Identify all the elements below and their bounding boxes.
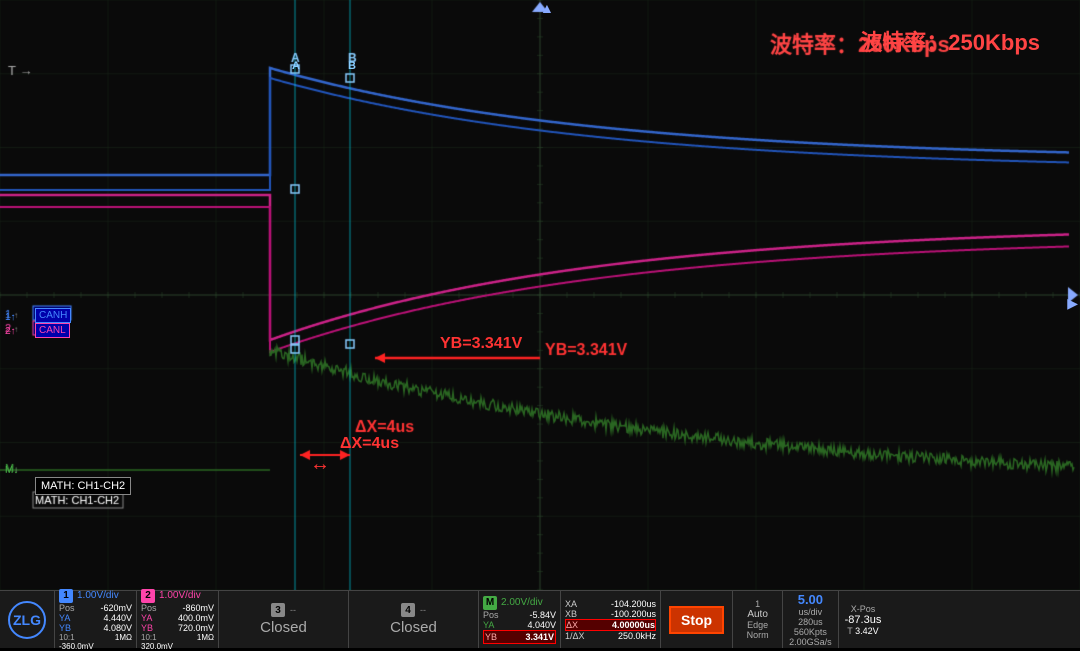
timebase-unit: us/div	[799, 607, 823, 617]
xb-label: XB	[565, 609, 577, 619]
ch4-number: 4	[401, 603, 415, 617]
ch2-yb-label: YB	[141, 623, 153, 633]
ch2-yb-val: 720.0mV	[178, 623, 214, 633]
ch2-div: 1.00V/div	[159, 590, 201, 601]
cursor-a-label: A	[292, 60, 300, 72]
ch1-unit: 1MΩ	[115, 633, 132, 642]
ch3-number: 3	[271, 603, 285, 617]
xpos-label: X-Pos	[851, 604, 876, 614]
ch1-pos-label: Pos	[59, 603, 75, 613]
math-box-label: MATH: CH1-CH2	[35, 477, 131, 495]
stop-button[interactable]: Stop	[669, 606, 724, 634]
ch2-pos-val: -860mV	[182, 603, 214, 613]
ch3-closed: Closed	[260, 619, 307, 636]
timebase-val: 5.00	[798, 592, 823, 607]
xa-val: -104.200us	[611, 599, 656, 609]
stop-section: Stop	[661, 591, 733, 648]
ch1-div: 1.00V/div	[77, 590, 119, 601]
xpos-t-val: 3.42V	[855, 626, 879, 636]
ch1-indicator: 1↑	[5, 312, 16, 323]
ch1-ya-val: 4.440V	[103, 613, 132, 623]
inv-dx-val: 250.0kHz	[618, 631, 656, 641]
xb-val: -100.200us	[611, 609, 656, 619]
measurement-block: XA -104.200us XB -100.200us ΔX 4.00000us 1…	[561, 591, 661, 648]
yb-annotation: YB=3.341V	[440, 335, 522, 353]
math-yb-label: YB	[485, 632, 497, 642]
ch4-closed: Closed	[390, 619, 437, 636]
xpos-t-label: T	[847, 626, 852, 636]
ch2-ya-val: 400.0mV	[178, 613, 214, 623]
oscilloscope-screen: 波特率：250Kbps CANH CANL 1↑ 2↑ M↓ MATH: CH1…	[0, 0, 1080, 590]
timebase-pts: 280us	[798, 617, 823, 627]
math-yb-val: 3.341V	[525, 632, 554, 642]
math-ya-label: YA	[483, 620, 494, 630]
ch2-number: 2	[141, 589, 155, 603]
ch2-extra: 320.0mV	[141, 642, 173, 651]
trigger-mode: Auto	[747, 609, 768, 620]
canh-label: CANH	[35, 308, 71, 323]
ch1-ya-label: YA	[59, 613, 70, 623]
ch1-block: 1 1.00V/div Pos-620mV YA4.440V YB4.080V …	[55, 591, 137, 648]
ch4-block: 4 -- Closed	[349, 591, 479, 648]
ax-label: ΔX	[566, 620, 578, 630]
svg-text:ZLG: ZLG	[13, 612, 41, 628]
timebase-block: 5.00 us/div 280us 560Kpts 2.00GSa/s	[783, 591, 839, 648]
math-indicator: M↓	[5, 465, 18, 476]
trigger-norm: Norm	[747, 630, 769, 640]
math-pos-label: Pos	[483, 610, 499, 620]
status-bar: ZLG 1 1.00V/div Pos -620mV YA 4.440V YB 4.0…	[0, 590, 1080, 648]
ch3-div: --	[290, 605, 296, 615]
ch1-ratio: 10:1	[59, 633, 75, 642]
ch1-yb-label: YB	[59, 623, 71, 633]
math-pos-val: -5.84V	[529, 610, 556, 620]
dx-arrow: ↔	[310, 453, 330, 476]
timebase-sa: 560Kpts	[794, 627, 827, 637]
ch2-block: 2 1.00V/div Pos -860mV YA 400.0mV YB 720.0m…	[137, 591, 219, 648]
math-number: M	[483, 596, 497, 610]
ch4-div: --	[420, 605, 426, 615]
math-ya-val: 4.040V	[527, 620, 556, 630]
ch2-pos-label: Pos	[141, 603, 157, 613]
ch2-indicator: 2↑	[5, 326, 16, 337]
ch2-unit: 1MΩ	[197, 633, 214, 642]
ch2-ya-label: YA	[141, 613, 152, 623]
ch1-number: 1	[59, 589, 73, 603]
cursor-b-label: B	[348, 60, 356, 72]
ch3-block: 3 -- Closed	[219, 591, 349, 648]
xa-label: XA	[565, 599, 577, 609]
canl-label: CANL	[35, 323, 70, 338]
trigger-arrow: ▼	[540, 2, 554, 18]
timebase-srate: 2.00GSa/s	[789, 637, 832, 647]
baud-rate-label: 波特率：250Kbps	[860, 25, 1040, 57]
math-div: 2.00V/div	[501, 597, 543, 608]
ax-val: 4.00000us	[612, 620, 655, 630]
right-edge-arrow: ▶	[1067, 295, 1078, 312]
xpos-block: X-Pos -87.3us T 3.42V	[839, 591, 888, 648]
trigger-edge: Edge	[747, 620, 768, 630]
xpos-val: -87.3us	[845, 614, 882, 626]
trigger-block: 1 Auto Edge Norm	[733, 591, 783, 648]
ch1-extra: -360.0mV	[59, 642, 94, 651]
ch1-yb-val: 4.080V	[103, 623, 132, 633]
math-block: M 2.00V/div Pos -5.84V YA 4.040V YB 3.341V	[479, 591, 561, 648]
inv-dx-label: 1/ΔX	[565, 631, 585, 641]
dx-annotation: ΔX=4us	[340, 435, 399, 453]
zlg-logo: ZLG	[0, 591, 55, 648]
ch1-pos-val: -620mV	[100, 603, 132, 613]
ch2-ratio: 10:1	[141, 633, 157, 642]
